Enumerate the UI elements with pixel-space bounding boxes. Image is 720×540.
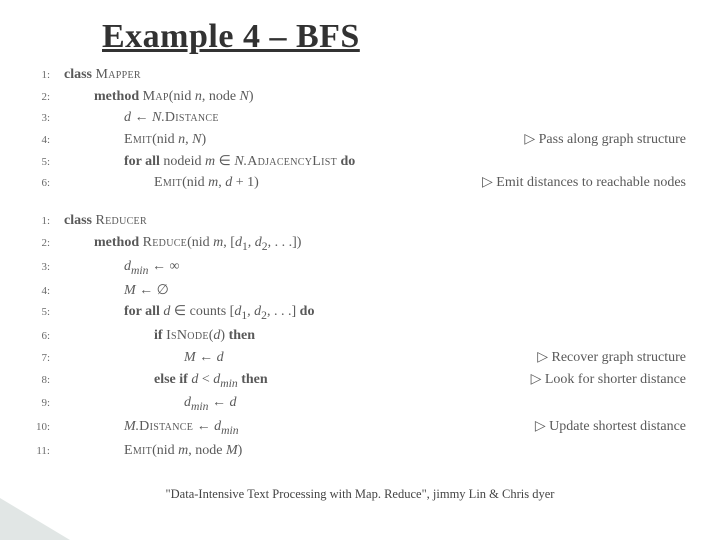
line-number: 8: xyxy=(24,372,50,389)
line-number: 2: xyxy=(24,89,50,106)
line-number: 10: xyxy=(24,419,50,436)
slide: Example 4 – BFS 1: class Mapper 2: metho… xyxy=(0,0,720,540)
code-text: dmin ← ∞ xyxy=(50,256,686,280)
code-text: class Reducer xyxy=(50,210,686,232)
code-line: 6: Emit(nid m, d + 1) ▷ Emit distances t… xyxy=(24,172,686,194)
code-line: 1: class Mapper xyxy=(24,64,686,86)
code-line: 2: method Reduce(nid m, [d1, d2, . . .]) xyxy=(24,232,686,256)
code-line: 5: for all nodeid m ∈ N.AdjacencyList do xyxy=(24,151,686,173)
line-number: 9: xyxy=(24,395,50,412)
line-number: 5: xyxy=(24,154,50,171)
code-text: Emit(nid m, d + 1) xyxy=(50,172,472,194)
code-line: 6: if IsNode(d) then xyxy=(24,325,686,347)
code-line: 3: dmin ← ∞ xyxy=(24,256,686,280)
code-text: M ← d xyxy=(50,347,527,369)
code-text: d ← N.Distance xyxy=(50,107,686,129)
code-text: for all nodeid m ∈ N.AdjacencyList do xyxy=(50,151,686,173)
line-number: 1: xyxy=(24,213,50,230)
comment: ▷ Look for shorter distance xyxy=(521,369,686,391)
comment: ▷ Recover graph structure xyxy=(527,347,686,369)
comment: ▷ Update shortest distance xyxy=(525,416,686,438)
code-line: 3: d ← N.Distance xyxy=(24,107,686,129)
line-number: 6: xyxy=(24,175,50,192)
line-number: 1: xyxy=(24,67,50,84)
code-text: Emit(nid n, N) xyxy=(50,129,514,151)
code-text: method Reduce(nid m, [d1, d2, . . .]) xyxy=(50,232,686,256)
corner-decoration xyxy=(0,498,70,540)
code-text: method Map(nid n, node N) xyxy=(50,86,686,108)
line-number: 5: xyxy=(24,304,50,321)
code-line: 10: M.Distance ← dmin ▷ Update shortest … xyxy=(24,416,686,440)
code-line: 1: class Reducer xyxy=(24,210,686,232)
line-number: 2: xyxy=(24,235,50,252)
comment: ▷ Pass along graph structure xyxy=(514,129,686,151)
reducer-block: 1: class Reducer 2: method Reduce(nid m,… xyxy=(24,210,686,462)
code-text: M ← ∅ xyxy=(50,280,686,302)
slide-title: Example 4 – BFS xyxy=(102,18,686,56)
code-text: M.Distance ← dmin xyxy=(50,416,525,440)
code-text: class Mapper xyxy=(50,64,686,86)
code-line: 2: method Map(nid n, node N) xyxy=(24,86,686,108)
code-line: 9: dmin ← d xyxy=(24,392,686,416)
citation: "Data-Intensive Text Processing with Map… xyxy=(0,487,720,502)
line-number: 3: xyxy=(24,259,50,276)
line-number: 6: xyxy=(24,328,50,345)
code-text: Emit(nid m, node M) xyxy=(50,440,686,462)
pseudocode: 1: class Mapper 2: method Map(nid n, nod… xyxy=(24,64,686,462)
line-number: 3: xyxy=(24,110,50,127)
code-text: else if d < dmin then xyxy=(50,369,521,393)
line-number: 11: xyxy=(24,443,50,460)
code-line: 8: else if d < dmin then ▷ Look for shor… xyxy=(24,369,686,393)
code-text: for all d ∈ counts [d1, d2, . . .] do xyxy=(50,301,686,325)
code-line: 5: for all d ∈ counts [d1, d2, . . .] do xyxy=(24,301,686,325)
code-line: 4: M ← ∅ xyxy=(24,280,686,302)
line-number: 4: xyxy=(24,283,50,300)
code-line: 7: M ← d ▷ Recover graph structure xyxy=(24,347,686,369)
code-text: if IsNode(d) then xyxy=(50,325,686,347)
line-number: 4: xyxy=(24,132,50,149)
mapper-block: 1: class Mapper 2: method Map(nid n, nod… xyxy=(24,64,686,194)
code-line: 4: Emit(nid n, N) ▷ Pass along graph str… xyxy=(24,129,686,151)
comment: ▷ Emit distances to reachable nodes xyxy=(472,172,686,194)
code-text: dmin ← d xyxy=(50,392,686,416)
line-number: 7: xyxy=(24,350,50,367)
code-line: 11: Emit(nid m, node M) xyxy=(24,440,686,462)
